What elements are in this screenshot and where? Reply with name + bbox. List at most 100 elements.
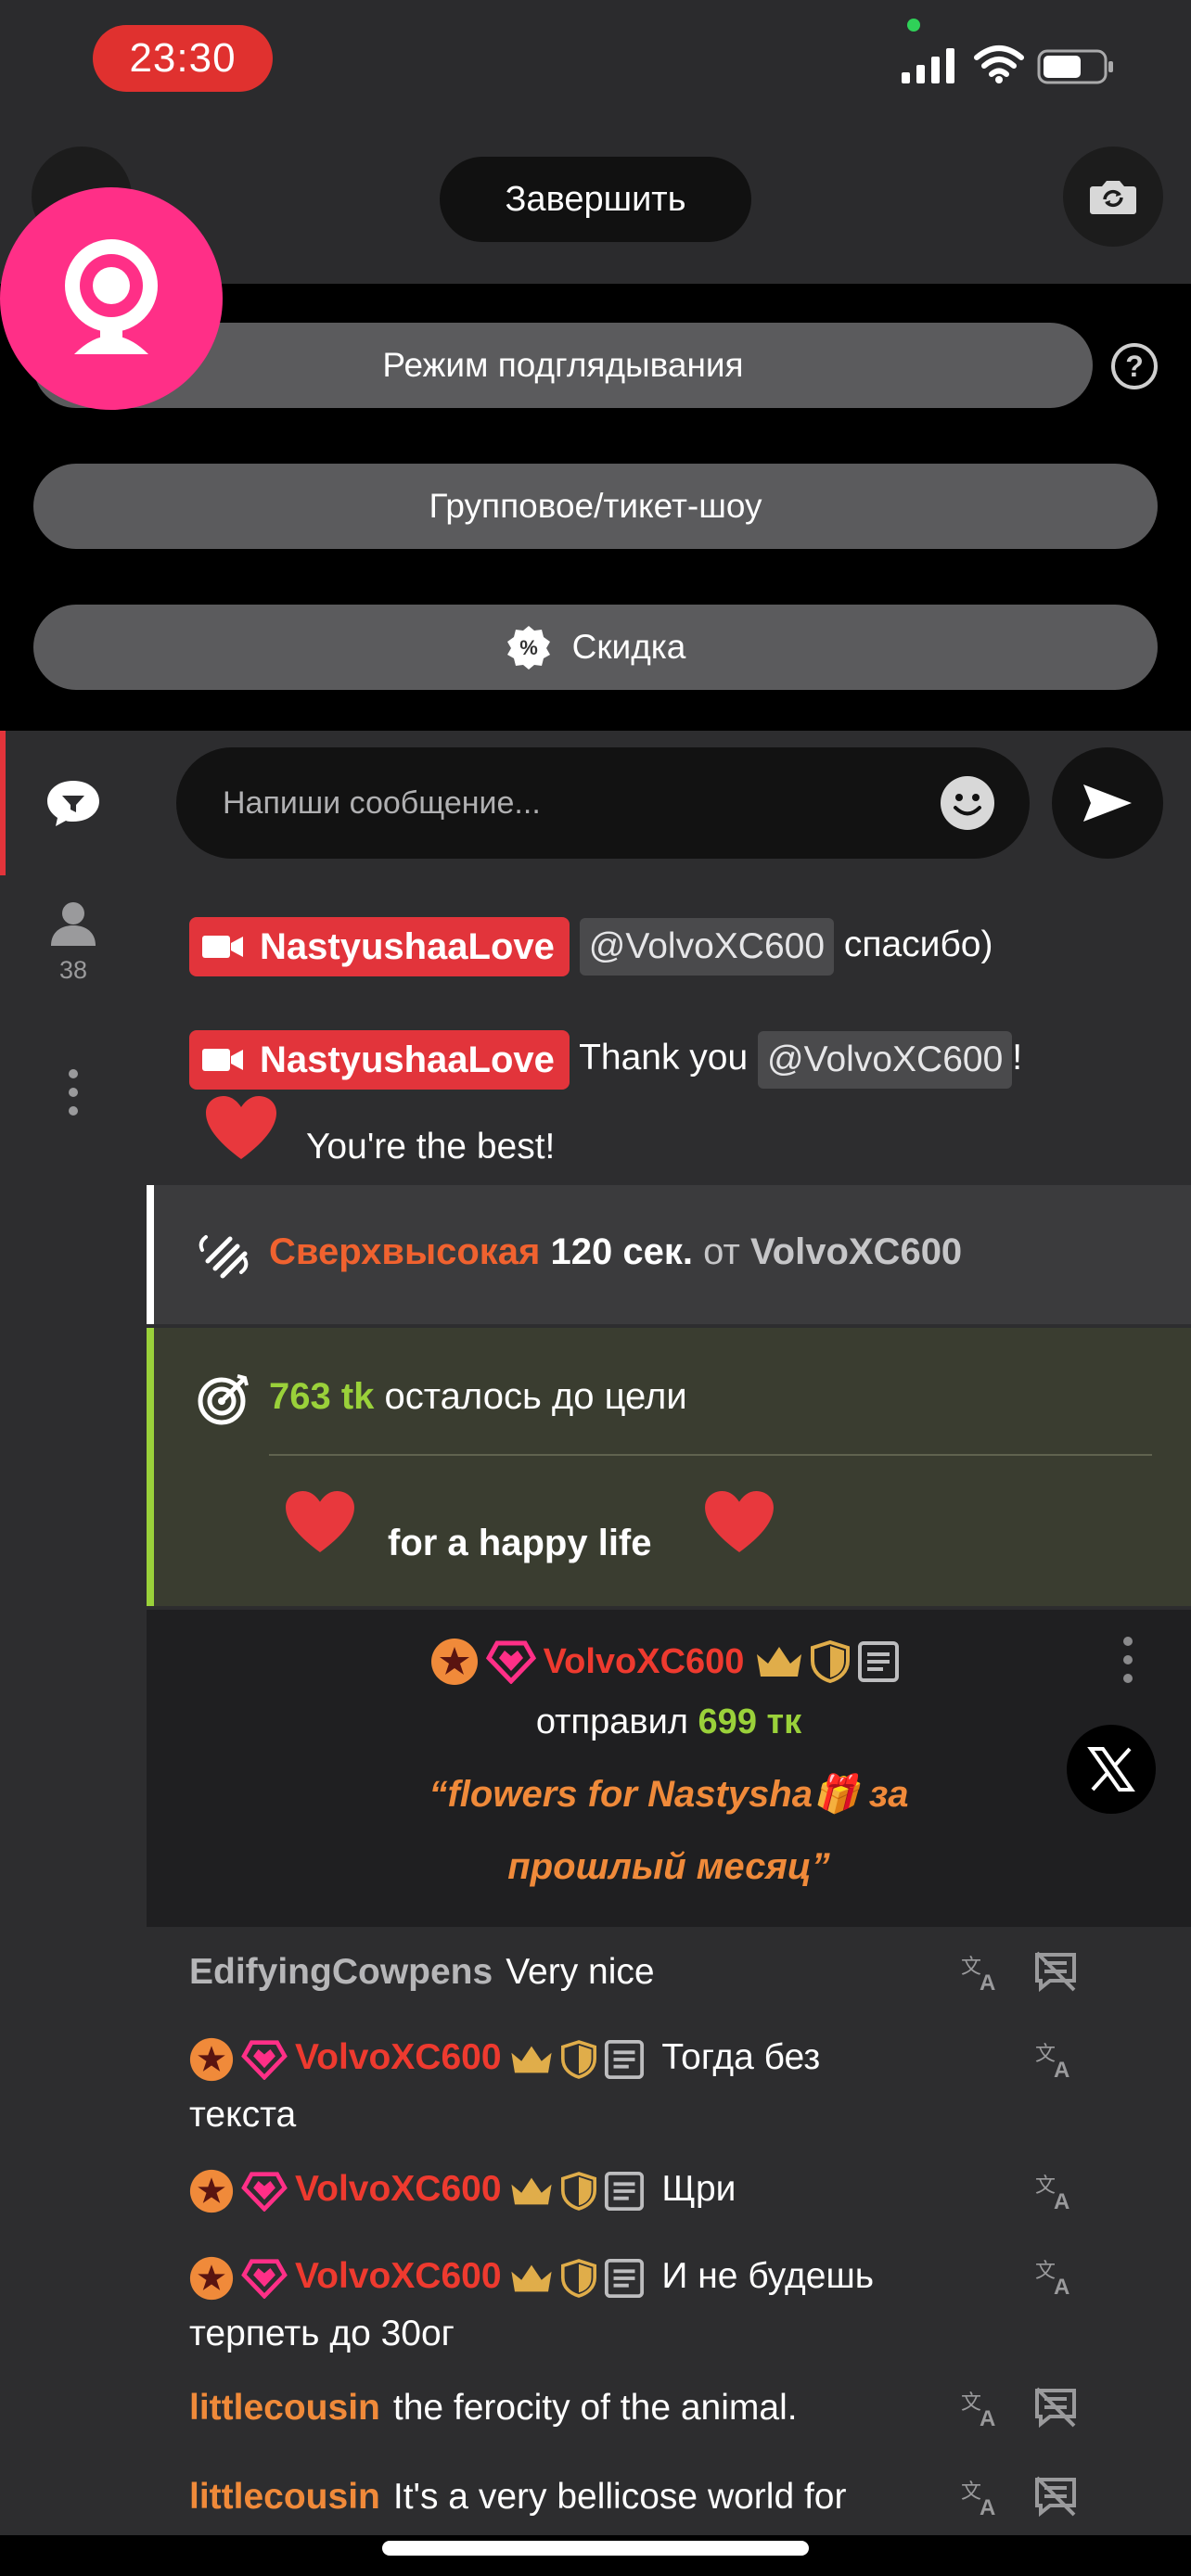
chat-username[interactable]: EdifyingCowpens (189, 1952, 493, 1992)
from-label: от (703, 1231, 740, 1272)
translate-icon[interactable]: 文 A (959, 1949, 1004, 1994)
diamond-heart-icon (241, 2259, 288, 2299)
chat-message: EdifyingCowpens Very nice (189, 1944, 959, 2001)
discount-icon: % (506, 626, 550, 670)
message-text: Thank you (579, 1038, 749, 1078)
heart-icon (286, 1490, 354, 1553)
message-text: It's a very bellicose world for (392, 2477, 847, 2517)
help-icon[interactable]: ? (1111, 343, 1158, 389)
svg-text:A: A (1054, 2058, 1069, 2081)
x-logo-icon (1087, 1747, 1135, 1792)
message-text: Щри (661, 2169, 736, 2209)
model-name-tag[interactable]: NastyushaaLove (189, 916, 570, 976)
chat-username[interactable]: littlecousin (189, 2388, 380, 2428)
crown-icon (510, 2046, 552, 2073)
heart-icon (705, 1490, 774, 1553)
svg-text:文: 文 (961, 2480, 981, 2504)
tip-amount: 699 тк (698, 1702, 802, 1741)
message-text: спасибо) (843, 925, 993, 964)
svg-text:A: A (1054, 2189, 1069, 2213)
chat-message: VolvoXC600 И не будешь терпеть до 30ог (189, 2248, 959, 2363)
tip-username[interactable]: VolvoXC600 (544, 1642, 745, 1682)
shield-icon (560, 2258, 596, 2298)
chat-message: VolvoXC600 Тогда без текста (189, 2029, 959, 2144)
more-vertical-icon[interactable] (1119, 1634, 1137, 1686)
goal-event: 763 tk осталось до цели for a happy life (147, 1328, 1191, 1606)
active-tab-indicator (0, 731, 6, 875)
switch-camera-button[interactable] (1063, 147, 1163, 247)
translate-icon[interactable]: 文 A (1033, 2036, 1078, 2081)
emoji-icon[interactable] (940, 775, 995, 831)
shield-icon (560, 2171, 596, 2211)
svg-text:A: A (980, 1970, 995, 1994)
model-name-tag[interactable]: NastyushaaLove (189, 1029, 570, 1090)
translate-icon[interactable]: 文 A (959, 2385, 1004, 2429)
message-text: текста (189, 2095, 297, 2135)
mention[interactable]: @VolvoXC600 (579, 917, 835, 976)
intensity-level: Сверхвысокая (269, 1231, 541, 1272)
share-x-button[interactable] (1067, 1725, 1156, 1814)
camera-icon (202, 935, 243, 958)
chat-username[interactable]: VolvoXC600 (295, 2169, 502, 2209)
crown-icon (510, 2264, 552, 2292)
diamond-heart-icon (485, 1640, 536, 1684)
tip-note-line1: “flowers for Nastysha🎁 за (429, 1774, 909, 1815)
vibration-icon (198, 1235, 249, 1279)
star-badge-icon (430, 1639, 478, 1685)
mention[interactable]: @VolvoXC600 (758, 1030, 1013, 1089)
group-show-button[interactable]: Групповое/тикет-шоу (33, 464, 1158, 549)
chat-tab[interactable] (0, 731, 147, 875)
high-event-text: Сверхвысокая 120 сек. от VolvoXC600 (269, 1231, 962, 1273)
users-count: 38 (58, 956, 88, 984)
goal-title: for a happy life (388, 1523, 652, 1563)
message-text: Very nice (506, 1952, 655, 1992)
high-priority-event: Сверхвысокая 120 сек. от VolvoXC600 (147, 1185, 1191, 1324)
wifi-icon (974, 45, 1024, 83)
notes-icon (604, 2171, 644, 2211)
tip-note-line2: прошлый месяц” (507, 1846, 830, 1887)
shield-icon (811, 1640, 851, 1683)
model-username: NastyushaaLove (260, 1039, 555, 1080)
chat-username[interactable]: VolvoXC600 (295, 2256, 502, 2296)
goal-text: 763 tk осталось до цели (269, 1376, 687, 1418)
chat-username[interactable]: VolvoXC600 (295, 2037, 502, 2077)
mute-chat-icon[interactable] (1033, 1949, 1078, 1994)
goal-amount: 763 tk (269, 1376, 375, 1417)
end-broadcast-button[interactable]: Завершить (440, 157, 751, 242)
translate-icon[interactable]: 文 A (1033, 2253, 1078, 2298)
mute-chat-icon[interactable] (1033, 2385, 1078, 2429)
chat-sidebar: 38 (0, 731, 147, 2576)
crown-icon (510, 2177, 552, 2205)
chat-message: NastyushaaLove Thank you @VolvoXC600! (189, 1027, 1022, 1090)
translate-icon[interactable]: 文 A (1033, 2168, 1078, 2213)
message-text: И не будешь (661, 2256, 875, 2296)
chat-username[interactable]: littlecousin (189, 2477, 380, 2517)
duration: 120 сек. (550, 1231, 693, 1272)
message-text: the ferocity of the animal. (392, 2388, 798, 2428)
users-tab[interactable]: 38 (0, 899, 147, 985)
send-button[interactable] (1052, 747, 1163, 859)
privacy-indicator (907, 19, 920, 32)
mute-chat-icon[interactable] (1033, 2474, 1078, 2519)
peek-mode-label: Режим подглядывания (382, 346, 744, 384)
home-indicator[interactable] (382, 2541, 809, 2556)
translate-icon[interactable]: 文 A (959, 2474, 1004, 2519)
event-username[interactable]: VolvoXC600 (750, 1231, 962, 1272)
switch-camera-icon (1090, 181, 1136, 214)
tip-header: VolvoXC600 (147, 1638, 1191, 1686)
message-text: You're the best! (306, 1127, 556, 1167)
star-badge-icon (189, 2256, 234, 2300)
discount-button[interactable]: % Скидка (33, 605, 1158, 690)
message-text: ! (1012, 1038, 1023, 1078)
svg-text:A: A (980, 2495, 995, 2519)
svg-text:文: 文 (1035, 2043, 1056, 2066)
svg-text:文: 文 (1035, 2260, 1056, 2283)
status-bar: 23:30 (0, 0, 1191, 130)
goal-divider (269, 1454, 1152, 1456)
svg-text:文: 文 (961, 1956, 981, 1979)
more-vertical-icon[interactable] (59, 1065, 87, 1120)
camera-icon (202, 1048, 243, 1071)
diamond-heart-icon (241, 2040, 288, 2080)
tip-sent-label: отправил (535, 1702, 688, 1741)
message-input[interactable]: Напиши сообщение... (176, 747, 1030, 859)
